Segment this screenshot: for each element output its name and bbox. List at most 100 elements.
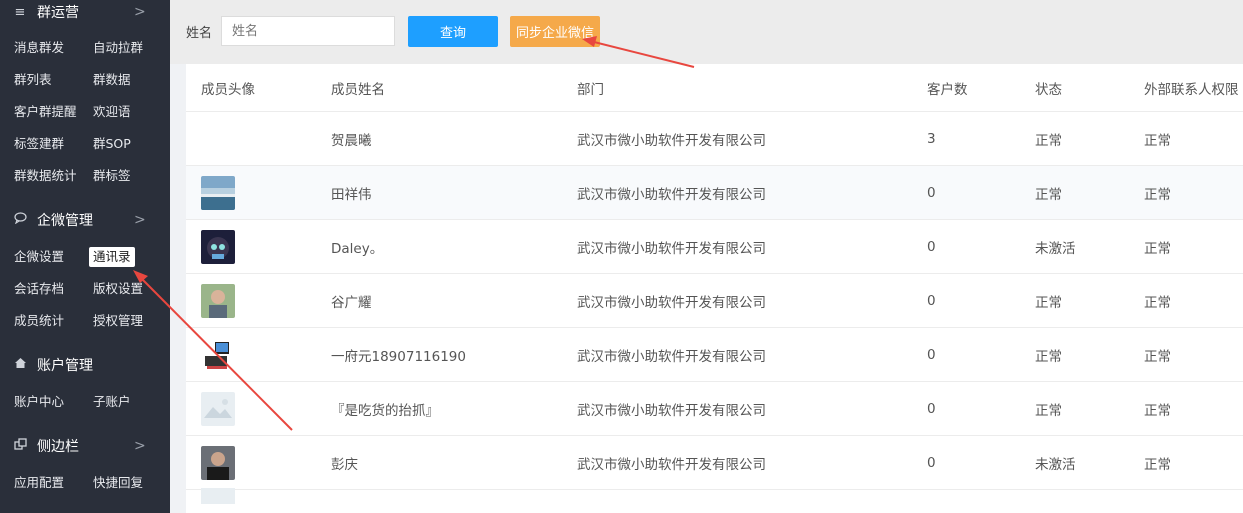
nav-item-member-stats[interactable]: 成员统计	[14, 311, 64, 331]
header-name: 成员姓名	[331, 81, 385, 98]
nav-item-group-sop[interactable]: 群SOP	[93, 134, 131, 154]
nav-item-contacts[interactable]: 通讯录	[89, 247, 135, 267]
main-content: 姓名 查询 同步企业微信 成员头像 成员姓名 部门 客户数 状态 外部联系人权限…	[170, 0, 1243, 513]
member-avatar	[201, 337, 235, 372]
member-name: 一府元18907116190	[331, 348, 466, 365]
sync-wecom-button[interactable]: 同步企业微信	[510, 16, 600, 47]
member-external-permission: 正常	[1144, 240, 1171, 257]
member-department: 武汉市微小助软件开发有限公司	[577, 132, 766, 149]
nav-item-chat-archive[interactable]: 会话存档	[14, 279, 64, 299]
table-row[interactable]: 田祥伟 武汉市微小助软件开发有限公司 0 正常 正常	[186, 166, 1243, 220]
chevron-right-icon: >	[134, 212, 146, 228]
nav-group-title: 侧边栏	[37, 439, 79, 455]
nav-item-sub-accounts[interactable]: 子账户	[93, 392, 131, 412]
member-department: 武汉市微小助软件开发有限公司	[577, 456, 766, 473]
member-avatar	[201, 391, 235, 426]
avatar-cell	[201, 166, 235, 219]
nav-item-group-data[interactable]: 群数据	[93, 70, 131, 90]
menu-lines-icon: ≡	[14, 4, 26, 20]
table-row[interactable]: 『是吃货的抬抓』 武汉市微小助软件开发有限公司 0 正常 正常	[186, 382, 1243, 436]
table-row[interactable]: 谷广耀 武汉市微小助软件开发有限公司 0 正常 正常	[186, 274, 1243, 328]
nav-item-copyright-settings[interactable]: 版权设置	[93, 279, 143, 299]
home-icon	[13, 357, 27, 373]
chat-bubble-icon	[13, 212, 27, 228]
header-external-permission: 外部联系人权限	[1144, 81, 1239, 98]
nav-group-sidebar-settings[interactable]: 侧边栏 >	[0, 432, 170, 460]
member-status: 正常	[1035, 294, 1062, 311]
nav-item-group-tags[interactable]: 群标签	[93, 166, 131, 186]
member-department: 武汉市微小助软件开发有限公司	[577, 294, 766, 311]
nav-item-app-config[interactable]: 应用配置	[14, 473, 64, 493]
member-name: 『是吃货的抬抓』	[331, 402, 439, 419]
query-button[interactable]: 查询	[408, 16, 498, 47]
member-avatar	[201, 445, 235, 480]
member-avatar	[201, 488, 235, 504]
avatar-cell	[201, 274, 235, 327]
header-avatar: 成员头像	[201, 81, 255, 98]
member-external-permission: 正常	[1144, 348, 1171, 365]
table-row-partial	[186, 488, 1243, 513]
avatar-cell	[201, 382, 235, 435]
windows-icon	[13, 437, 27, 455]
member-customers: 3	[927, 130, 936, 147]
header-customers: 客户数	[927, 81, 968, 98]
member-customers: 0	[927, 184, 936, 201]
member-customers: 0	[927, 400, 936, 417]
nav-item-authorization[interactable]: 授权管理	[93, 311, 143, 331]
member-name: 田祥伟	[331, 186, 372, 203]
members-table: 成员头像 成员姓名 部门 客户数 状态 外部联系人权限 贺晨曦 武汉市微小助软件…	[186, 64, 1243, 513]
member-status: 正常	[1035, 132, 1062, 149]
nav-item-message-broadcast[interactable]: 消息群发	[14, 38, 64, 58]
nav-group-wecom-management[interactable]: 企微管理 >	[0, 206, 170, 234]
avatar-cell	[201, 488, 235, 513]
nav-group-account-management[interactable]: 账户管理	[0, 351, 170, 379]
nav-group-title: 账户管理	[37, 358, 93, 374]
member-status: 正常	[1035, 186, 1062, 203]
nav-item-wecom-settings[interactable]: 企微设置	[14, 247, 64, 267]
chevron-right-icon: >	[134, 4, 146, 20]
chevron-right-icon: >	[134, 438, 146, 454]
nav-item-auto-group-pull[interactable]: 自动拉群	[93, 38, 143, 58]
member-external-permission: 正常	[1144, 456, 1171, 473]
member-department: 武汉市微小助软件开发有限公司	[577, 240, 766, 257]
member-name: Daley。	[331, 240, 384, 257]
nav-item-quick-reply[interactable]: 快捷回复	[93, 473, 143, 493]
member-external-permission: 正常	[1144, 132, 1171, 149]
nav-group-title: 企微管理	[37, 213, 93, 229]
member-status: 未激活	[1035, 456, 1076, 473]
member-name: 谷广耀	[331, 294, 372, 311]
table-row[interactable]: 彭庆 武汉市微小助软件开发有限公司 0 未激活 正常	[186, 436, 1243, 490]
nav-item-group-stats[interactable]: 群数据统计	[14, 166, 77, 186]
nav-item-welcome-message[interactable]: 欢迎语	[93, 102, 131, 122]
nav-group-title: 群运营	[37, 5, 79, 21]
nav-item-account-center[interactable]: 账户中心	[14, 392, 64, 412]
member-avatar	[201, 283, 235, 318]
header-status: 状态	[1035, 81, 1062, 98]
table-header: 成员头像 成员姓名 部门 客户数 状态 外部联系人权限	[186, 64, 1243, 112]
nav-item-group-list[interactable]: 群列表	[14, 70, 52, 90]
nav-item-tag-group[interactable]: 标签建群	[14, 134, 64, 154]
member-external-permission: 正常	[1144, 186, 1171, 203]
table-row[interactable]: Daley。 武汉市微小助软件开发有限公司 0 未激活 正常	[186, 220, 1243, 274]
member-customers: 0	[927, 346, 936, 363]
search-toolbar: 姓名 查询 同步企业微信	[170, 0, 1243, 64]
member-status: 正常	[1035, 402, 1062, 419]
member-avatar	[201, 229, 235, 264]
nav-group-qun-operations[interactable]: ≡ 群运营 >	[0, 0, 170, 26]
sidebar: ≡ 群运营 > 消息群发 自动拉群 群列表 群数据 客户群提醒 欢迎语 标签建群…	[0, 0, 170, 513]
member-customers: 0	[927, 454, 936, 471]
nav-item-group-reminder[interactable]: 客户群提醒	[14, 102, 77, 122]
table-row[interactable]: 贺晨曦 武汉市微小助软件开发有限公司 3 正常 正常	[186, 112, 1243, 166]
member-department: 武汉市微小助软件开发有限公司	[577, 186, 766, 203]
name-search-input[interactable]	[221, 16, 395, 46]
member-status: 未激活	[1035, 240, 1076, 257]
member-avatar	[201, 175, 235, 210]
member-external-permission: 正常	[1144, 294, 1171, 311]
member-department: 武汉市微小助软件开发有限公司	[577, 402, 766, 419]
member-department: 武汉市微小助软件开发有限公司	[577, 348, 766, 365]
member-external-permission: 正常	[1144, 402, 1171, 419]
member-name: 彭庆	[331, 456, 358, 473]
member-customers: 0	[927, 238, 936, 255]
avatar-cell	[201, 220, 235, 273]
table-row[interactable]: 一府元18907116190 武汉市微小助软件开发有限公司 0 正常 正常	[186, 328, 1243, 382]
